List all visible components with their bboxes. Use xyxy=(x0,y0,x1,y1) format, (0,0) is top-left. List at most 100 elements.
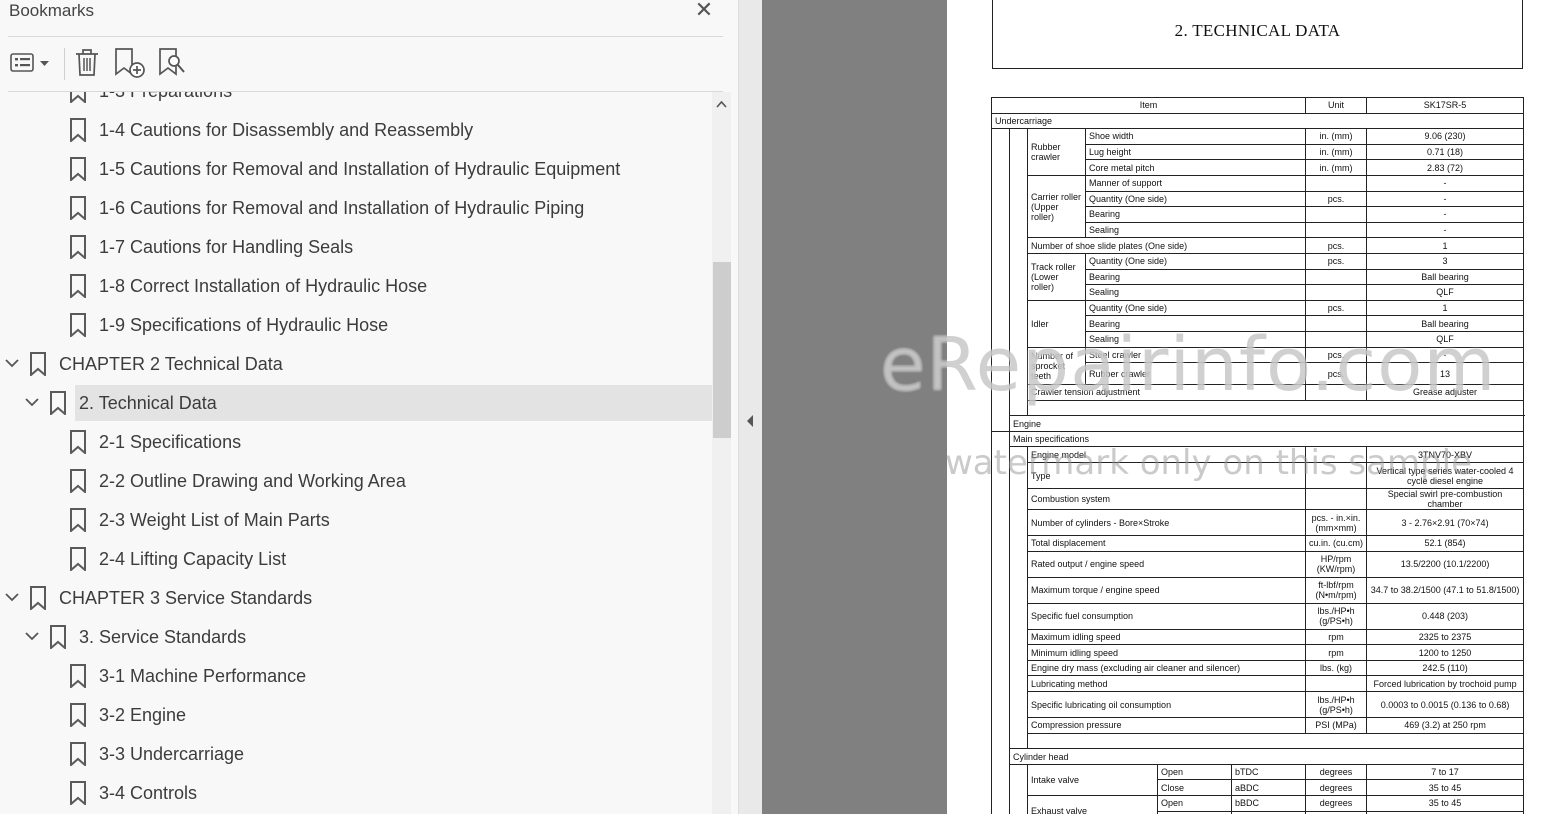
bookmarks-toolbar xyxy=(8,44,723,84)
collapse-panel-icon[interactable] xyxy=(745,414,755,428)
panel-splitter[interactable] xyxy=(738,0,762,814)
bookmark-icon xyxy=(69,469,87,495)
table-cell: cu.in. (cu.cm) xyxy=(1305,535,1368,552)
table-cell xyxy=(1305,221,1368,239)
table-cell: bTDC xyxy=(1230,763,1307,781)
table-row: Track roller (Lower roller) Quantity (One… xyxy=(992,252,1525,301)
bookmark-item[interactable]: 2-1 Specifications xyxy=(0,424,712,460)
find-bookmark-button[interactable] xyxy=(156,44,192,82)
bookmark-item[interactable]: CHAPTER 2 Technical Data xyxy=(0,346,712,382)
table-cell: pcs. xyxy=(1305,237,1368,254)
scrollbar-thumb[interactable] xyxy=(713,262,731,438)
table-row: Maximum idling speed rpm 2325 to 2375 xyxy=(992,628,1525,646)
table-cell: Undercarriage xyxy=(990,112,1525,130)
table-cell: Lubricating method xyxy=(1026,675,1307,693)
bookmark-item[interactable]: 2. Technical Data xyxy=(0,385,712,421)
table-cell: Core metal pitch xyxy=(1084,159,1307,176)
bookmark-item[interactable]: 3-4 Controls xyxy=(0,775,712,811)
table-row: Number of shoe slide plates (One side) pc… xyxy=(992,237,1525,254)
table-cell: 469 (3.2) at 250 rpm xyxy=(1366,717,1525,734)
table-cell: Engine xyxy=(1008,415,1525,432)
bookmark-label: 1-6 Cautions for Removal and Installatio… xyxy=(99,198,585,218)
table-row: Rated output / engine speed HP/rpm (KW/rp… xyxy=(992,550,1525,578)
bookmark-item[interactable]: 1-8 Correct Installation of Hydraulic Ho… xyxy=(0,268,712,304)
new-bookmark-icon xyxy=(115,48,145,78)
table-cell: 1 xyxy=(1366,237,1525,254)
table-cell: degrees xyxy=(1305,763,1368,781)
bookmark-item[interactable]: 3-1 Machine Performance xyxy=(0,658,712,694)
table-cell: 3 xyxy=(1366,252,1525,270)
table-cell xyxy=(1305,206,1368,223)
bookmark-item[interactable]: 3-2 Engine xyxy=(0,697,712,733)
table-cell: 7 to 17 xyxy=(1366,763,1525,781)
bookmarks-panel: Bookmarks ✕ 1-4 Cautions for Disassembly… xyxy=(0,0,738,814)
table-cell xyxy=(1305,268,1368,286)
delete-button[interactable] xyxy=(72,44,102,82)
table-cell: in. (mm) xyxy=(1305,159,1368,176)
table-cell: - xyxy=(1366,221,1525,239)
table-cell: in. (mm) xyxy=(1305,128,1368,145)
bookmark-icon xyxy=(29,586,47,612)
table-row xyxy=(992,732,1525,750)
bookmark-icon xyxy=(69,157,87,183)
table-cell: - xyxy=(1366,206,1525,223)
table-cell: pcs. xyxy=(1305,252,1368,270)
scroll-up-icon[interactable] xyxy=(715,98,728,111)
table-cell: 0.448 (203) xyxy=(1366,602,1525,630)
table-cell: Bearing xyxy=(1084,206,1307,223)
watermark: eRepairinfo.com xyxy=(880,322,1497,408)
chevron-down-icon[interactable] xyxy=(23,627,41,645)
table-cell: - xyxy=(1366,190,1525,208)
table-cell: rpm xyxy=(1305,644,1368,661)
bookmark-item[interactable]: 1-3 Preparations xyxy=(0,92,712,109)
bookmark-item[interactable]: 2-2 Outline Drawing and Working Area xyxy=(0,463,712,499)
table-cell: 1 xyxy=(1366,299,1525,317)
options-menu-button[interactable] xyxy=(8,44,52,82)
table-cell xyxy=(1305,284,1368,301)
chevron-down-icon[interactable] xyxy=(3,354,21,372)
table-cell: Number of shoe slide plates (One side) xyxy=(1026,237,1307,254)
bookmark-icon xyxy=(69,118,87,144)
table-cell: Open xyxy=(1157,795,1232,812)
bookmark-icon xyxy=(69,781,87,807)
table-cell: HP/rpm (KW/rpm) xyxy=(1305,550,1368,578)
table-cell: pcs. - in.×in. (mm×mm) xyxy=(1305,509,1368,537)
bookmark-item[interactable]: 1-4 Cautions for Disassembly and Reassem… xyxy=(0,112,712,148)
table-cell: SK17SR-5 xyxy=(1366,97,1525,114)
scrollbar[interactable] xyxy=(712,92,731,814)
table-cell: Quantity (One side) xyxy=(1084,299,1307,317)
bookmark-item[interactable]: 1-5 Cautions for Removal and Installatio… xyxy=(0,151,712,187)
bookmark-item[interactable]: 3-3 Undercarriage xyxy=(0,736,712,772)
table-cell: rpm xyxy=(1305,628,1368,646)
bookmark-item[interactable]: 1-7 Cautions for Handling Seals xyxy=(0,229,712,265)
bookmark-item[interactable]: 1-6 Cautions for Removal and Installatio… xyxy=(0,190,712,226)
bookmark-label: 2. Technical Data xyxy=(75,385,712,421)
table-cell: Maximum idling speed xyxy=(1026,628,1307,646)
bookmark-icon xyxy=(69,313,87,339)
table-cell: Shoe width xyxy=(1084,128,1307,145)
table-cell: Special swirl pre-combustion chamber xyxy=(1366,488,1525,511)
bookmark-label: 1-8 Correct Installation of Hydraulic Ho… xyxy=(99,276,428,296)
bookmark-label: 2-3 Weight List of Main Parts xyxy=(99,510,330,530)
bookmark-item[interactable]: 2-3 Weight List of Main Parts xyxy=(0,502,712,538)
bookmark-item[interactable]: CHAPTER 3 Service Standards xyxy=(0,580,712,616)
bookmark-item[interactable]: 2-4 Lifting Capacity List xyxy=(0,541,712,577)
chevron-down-icon[interactable] xyxy=(3,588,21,606)
new-bookmark-button[interactable] xyxy=(112,44,148,82)
bookmark-icon xyxy=(69,274,87,300)
close-icon[interactable]: ✕ xyxy=(692,0,716,22)
chevron-down-icon[interactable] xyxy=(23,393,41,411)
bookmark-item[interactable]: 1-9 Specifications of Hydraulic Hose xyxy=(0,307,712,343)
title-box: 2. TECHNICAL DATA xyxy=(992,0,1523,69)
table-cell xyxy=(991,430,1010,814)
bookmark-item[interactable]: 3. Service Standards xyxy=(0,619,712,655)
page-title: 2. TECHNICAL DATA xyxy=(1174,21,1341,40)
table-cell: ft-lbf/rpm (N•m/rpm) xyxy=(1305,576,1368,604)
bookmark-label: 1-5 Cautions for Removal and Installatio… xyxy=(99,159,621,179)
table-cell: aBDC xyxy=(1230,779,1307,796)
table-cell: lbs./HP•h (g/PS•h) xyxy=(1305,691,1368,719)
bookmark-icon xyxy=(69,430,87,456)
table-cell: Specific lubricating oil consumption xyxy=(1026,691,1307,719)
bookmark-icon xyxy=(49,391,67,417)
delete-icon xyxy=(76,49,98,76)
